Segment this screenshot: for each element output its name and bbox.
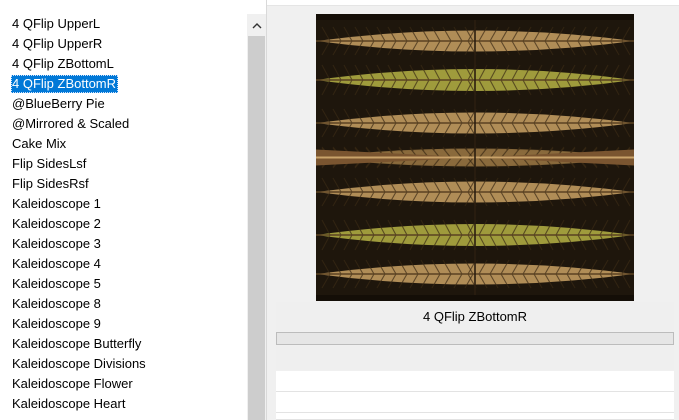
filter-list-item[interactable]: 4 QFlip ZBottomL	[0, 54, 247, 74]
filter-list-item[interactable]: Kaleidoscope 3	[0, 234, 247, 254]
filter-list-item-label: Kaleidoscope Butterfly	[12, 336, 142, 351]
filter-list-item-label: Kaleidoscope 1	[12, 196, 101, 211]
filter-list-item-label: Kaleidoscope 2	[12, 216, 101, 231]
filter-list-item-label: Kaleidoscope 9	[12, 316, 101, 331]
filter-list-item-label: Kaleidoscope Heart	[12, 396, 126, 411]
filter-list-item-label: Flip SidesLsf	[12, 156, 87, 171]
filter-list-item-label: Kaleidoscope 4	[12, 256, 101, 271]
filter-list-item-label: 4 QFlip ZBottomR	[11, 75, 119, 93]
progress-bar	[276, 332, 674, 345]
filter-list-item[interactable]: 4 QFlip UpperR	[0, 34, 247, 54]
filter-list-item-label: @Mirrored & Scaled	[12, 116, 130, 131]
effect-preview-image	[316, 14, 634, 301]
filter-list-item-label: 4 QFlip UpperL	[12, 16, 101, 31]
filter-list-item[interactable]: Kaleidoscope 2	[0, 214, 247, 234]
scroll-thumb[interactable]	[248, 36, 265, 420]
option-row-1	[276, 371, 674, 392]
list-scrollbar[interactable]	[247, 14, 266, 420]
filter-list-item[interactable]: Flip SidesRsf	[0, 174, 247, 194]
option-row-3	[276, 413, 674, 420]
filter-list-item[interactable]: Kaleidoscope Heart	[0, 394, 247, 414]
preview-caption: 4 QFlip ZBottomR	[276, 302, 674, 331]
filter-list-item[interactable]: @Mirrored & Scaled	[0, 114, 247, 134]
filter-list[interactable]: 4 QFlip UpperL 4 QFlip UpperR 4 QFlip ZBot…	[0, 14, 247, 414]
top-divider	[267, 0, 679, 6]
filter-list-item-label: 4 QFlip UpperR	[12, 36, 103, 51]
filter-list-item[interactable]: Flip SidesLsf	[0, 154, 247, 174]
filter-list-item-label: Kaleidoscope Flower	[12, 376, 133, 391]
filter-list-item[interactable]: 4 QFlip ZBottomR	[0, 74, 247, 94]
filter-list-item[interactable]: Kaleidoscope 5	[0, 274, 247, 294]
filter-list-item[interactable]: Kaleidoscope 1	[0, 194, 247, 214]
filter-list-item-label: Kaleidoscope 3	[12, 236, 101, 251]
filter-list-item-label: Flip SidesRsf	[12, 176, 89, 191]
filter-list-item-label: @BlueBerry Pie	[12, 96, 105, 111]
filter-list-item[interactable]: Kaleidoscope 4	[0, 254, 247, 274]
option-row-2	[276, 392, 674, 413]
chevron-up-icon	[252, 22, 261, 28]
filter-list-item-label: Kaleidoscope Divisions	[12, 356, 146, 371]
scroll-up-button[interactable]	[247, 14, 266, 36]
filter-list-panel: 4 QFlip UpperL 4 QFlip UpperR 4 QFlip ZBot…	[0, 0, 267, 420]
filter-list-item[interactable]: @BlueBerry Pie	[0, 94, 247, 114]
filter-dialog: 4 QFlip UpperL 4 QFlip UpperR 4 QFlip ZBot…	[0, 0, 679, 420]
filter-list-item-label: 4 QFlip ZBottomL	[12, 56, 114, 71]
filter-list-item-label: Kaleidoscope 8	[12, 296, 101, 311]
filter-list-item[interactable]: 4 QFlip UpperL	[0, 14, 247, 34]
filter-list-item-label: Cake Mix	[12, 136, 67, 151]
options-area	[276, 346, 674, 370]
filter-list-item[interactable]: Kaleidoscope Butterfly	[0, 334, 247, 354]
filter-list-item[interactable]: Cake Mix	[0, 134, 247, 154]
filter-list-item[interactable]: Kaleidoscope 9	[0, 314, 247, 334]
filter-list-item-label: Kaleidoscope 5	[12, 276, 101, 291]
kaleidoscope-leaf-preview	[316, 14, 634, 301]
filter-list-item[interactable]: Kaleidoscope 8	[0, 294, 247, 314]
filter-list-item[interactable]: Kaleidoscope Flower	[0, 374, 247, 394]
filter-list-item[interactable]: Kaleidoscope Divisions	[0, 354, 247, 374]
